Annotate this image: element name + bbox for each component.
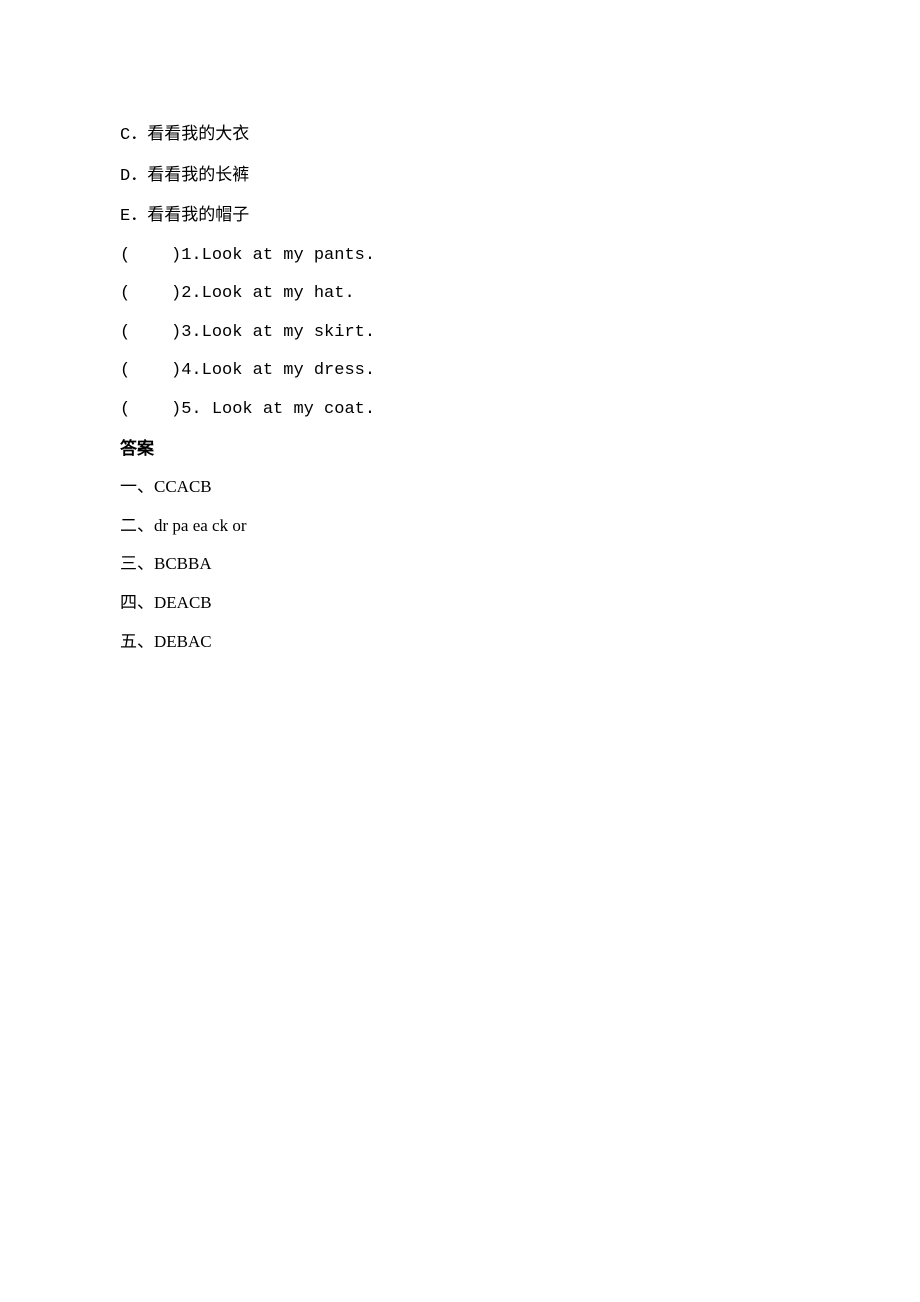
option-letter: C bbox=[120, 126, 130, 145]
question-prefix: ( )2. bbox=[120, 284, 202, 303]
document-page: C．看看我的大衣 D．看看我的长裤 E．看看我的帽子 ( )1.Look at … bbox=[0, 0, 920, 1302]
answer-line-1: 一、CCACB bbox=[120, 468, 800, 507]
question-1: ( )1.Look at my pants. bbox=[120, 237, 800, 276]
option-e: E．看看我的帽子 bbox=[120, 196, 800, 237]
question-2: ( )2.Look at my hat. bbox=[120, 275, 800, 314]
answer-line-3: 三、BCBBA bbox=[120, 545, 800, 584]
question-text: Look at my skirt. bbox=[202, 323, 375, 342]
question-prefix: ( )1. bbox=[120, 246, 202, 265]
option-text: ．看看我的长裤 bbox=[130, 165, 249, 184]
answer-line-4: 四、DEACB bbox=[120, 584, 800, 623]
question-prefix: ( )3. bbox=[120, 323, 202, 342]
option-d: D．看看我的长裤 bbox=[120, 156, 800, 197]
question-5: ( )5. Look at my coat. bbox=[120, 391, 800, 430]
answer-line-5: 五、DEBAC bbox=[120, 623, 800, 662]
question-text: Look at my hat. bbox=[202, 284, 355, 303]
answers-heading: 答案 bbox=[120, 430, 800, 469]
question-prefix: ( )5. bbox=[120, 400, 212, 419]
answer-line-2: 二、dr pa ea ck or bbox=[120, 507, 800, 546]
option-c: C．看看我的大衣 bbox=[120, 115, 800, 156]
question-4: ( )4.Look at my dress. bbox=[120, 352, 800, 391]
question-prefix: ( )4. bbox=[120, 361, 202, 380]
option-letter: D bbox=[120, 167, 130, 186]
question-text: Look at my pants. bbox=[202, 246, 375, 265]
option-text: ．看看我的大衣 bbox=[130, 124, 249, 143]
question-3: ( )3.Look at my skirt. bbox=[120, 314, 800, 353]
question-text: Look at my dress. bbox=[202, 361, 375, 380]
option-text: ．看看我的帽子 bbox=[130, 205, 249, 224]
question-text: Look at my coat. bbox=[212, 400, 375, 419]
option-letter: E bbox=[120, 207, 130, 226]
